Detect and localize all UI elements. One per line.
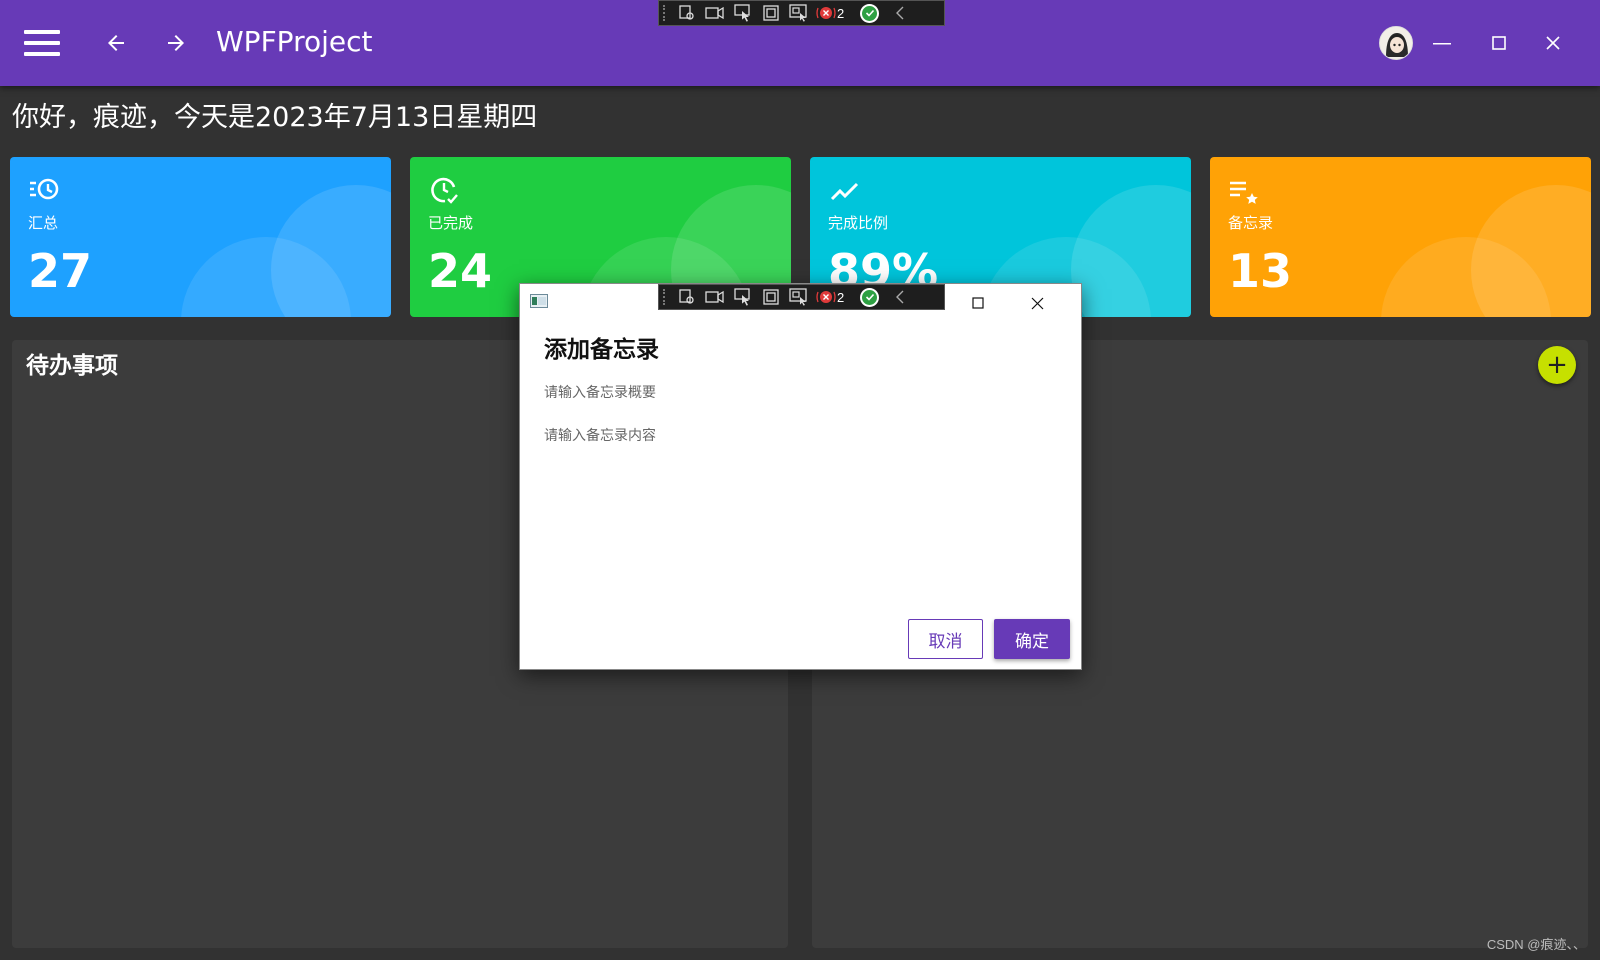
watermark: CSDN @痕迹、、 (1486, 937, 1586, 952)
binding-failures-icon[interactable] (815, 3, 837, 23)
binding-failures-count: 2 (837, 5, 845, 21)
track-focused-element-icon[interactable] (787, 287, 811, 307)
collapse-toolbar-icon[interactable] (891, 287, 909, 307)
display-layout-adorners-icon[interactable] (759, 3, 783, 23)
cancel-button[interactable]: 取消 (908, 619, 983, 659)
track-focus-icon[interactable] (703, 3, 727, 23)
window-app-icon (530, 294, 548, 308)
live-visual-tree-icon[interactable] (675, 287, 699, 307)
dialog-close-button[interactable] (1022, 290, 1052, 316)
add-button[interactable]: + (1538, 346, 1576, 384)
binding-failures-icon[interactable] (815, 287, 837, 307)
select-element-icon[interactable] (731, 287, 755, 307)
maximize-icon (972, 297, 984, 309)
card-memo[interactable]: 备忘录 13 (1210, 157, 1591, 317)
memo-summary-input[interactable] (544, 379, 1054, 407)
greeting-text: 你好，痕迹，今天是2023年7月13日星期四 (12, 102, 538, 133)
card-title: 已完成 (428, 214, 474, 232)
close-button[interactable] (1534, 24, 1572, 62)
minimize-button[interactable] (1423, 24, 1461, 62)
confirm-button[interactable]: 确定 (994, 619, 1070, 659)
clock-list-icon (30, 178, 59, 200)
drag-grip-icon[interactable] (663, 5, 667, 21)
memo-content-input[interactable] (544, 422, 1054, 450)
collapse-toolbar-icon[interactable] (891, 3, 909, 23)
maximize-icon (1492, 36, 1506, 50)
hamburger-icon (24, 30, 60, 34)
minimize-icon (1433, 43, 1451, 45)
user-avatar[interactable] (1379, 26, 1413, 60)
playlist-star-icon (1230, 181, 1258, 204)
todo-panel-title: 待办事项 (26, 353, 118, 379)
display-layout-adorners-icon[interactable] (759, 287, 783, 307)
card-value: 27 (28, 244, 93, 298)
hot-reload-ok-icon[interactable] (860, 3, 880, 23)
debug-toolbar: 2 (658, 0, 945, 26)
app-title: WPFProject (216, 25, 373, 58)
drag-grip-icon[interactable] (663, 289, 667, 305)
track-focus-icon[interactable] (703, 287, 727, 307)
trending-up-icon (830, 182, 859, 201)
arrow-right-icon (168, 35, 184, 51)
live-visual-tree-icon[interactable] (675, 3, 699, 23)
select-element-icon[interactable] (731, 3, 755, 23)
close-icon (1031, 297, 1043, 309)
track-focused-element-icon[interactable] (787, 3, 811, 23)
forward-button[interactable] (158, 25, 194, 61)
card-summary[interactable]: 汇总 27 (10, 157, 391, 317)
card-title: 备忘录 (1228, 214, 1274, 232)
binding-failures-count: 2 (837, 289, 845, 305)
back-button[interactable] (98, 25, 134, 61)
card-value: 24 (428, 244, 493, 298)
hot-reload-ok-icon[interactable] (860, 287, 880, 307)
dialog-maximize-button[interactable] (963, 290, 993, 316)
clock-check-icon (431, 177, 458, 204)
card-title: 汇总 (28, 214, 59, 232)
add-memo-dialog: 添加备忘录 取消 确定 (519, 283, 1082, 670)
card-value: 13 (1228, 244, 1293, 298)
dialog-heading: 添加备忘录 (544, 337, 659, 363)
menu-toggle-button[interactable] (22, 26, 62, 60)
debug-toolbar-dialog: 2 (658, 284, 945, 310)
arrow-left-icon (108, 35, 124, 51)
close-icon (1546, 36, 1560, 50)
card-title: 完成比例 (828, 214, 889, 232)
avatar-icon (1380, 27, 1412, 59)
maximize-button[interactable] (1480, 24, 1518, 62)
